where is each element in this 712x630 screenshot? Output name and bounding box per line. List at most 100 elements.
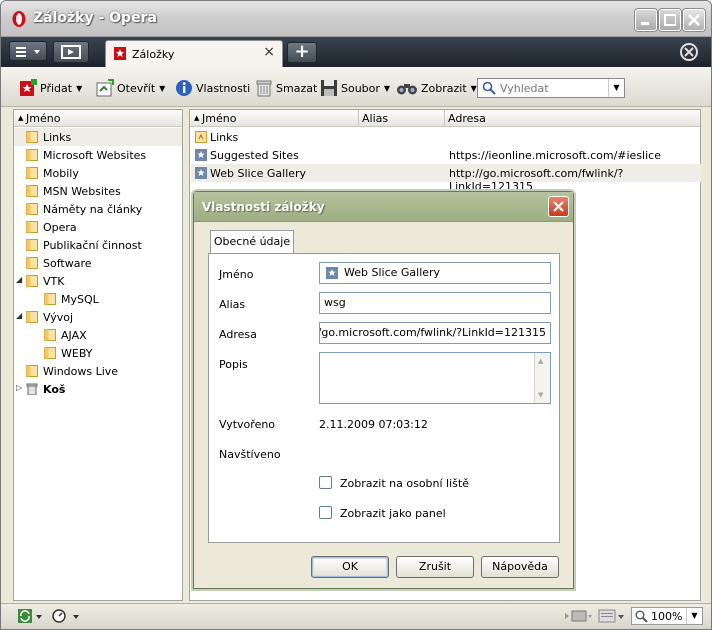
tab-general[interactable]: Obecné údaje — [210, 230, 294, 254]
tab-bookmarks[interactable]: Záložky × — [105, 40, 283, 67]
window-title: Záložky - Opera — [33, 10, 157, 26]
address-label: Adresa — [219, 328, 257, 341]
tree-item-label: Software — [43, 257, 92, 270]
address-field[interactable]: http://go.microsoft.com/fwlink/?LinkId=1… — [319, 322, 551, 344]
status-bar: 100% ▼ — [1, 603, 711, 629]
tree-item[interactable]: Microsoft Websites — [14, 146, 182, 164]
column-alias-header[interactable]: Alias — [362, 112, 388, 125]
tree-item[interactable]: WEBY — [14, 344, 182, 362]
tree-header-label: Jméno — [26, 112, 61, 125]
list-row-suggested-sites[interactable]: Suggested Sites https://ieonline.microso… — [191, 146, 701, 164]
file-label: Soubor — [341, 81, 380, 95]
tree-item[interactable]: Opera — [14, 218, 182, 236]
alias-field[interactable]: wsg — [319, 292, 551, 314]
scroll-up-icon[interactable]: ▲ — [538, 357, 543, 365]
folder-icon — [26, 257, 38, 269]
show-personal-bar-checkbox[interactable] — [319, 476, 332, 489]
tree-item-label: WEBY — [61, 347, 93, 360]
tree-item[interactable]: Mobily — [14, 164, 182, 182]
tree-item[interactable]: ▷ Koš — [14, 380, 182, 398]
tree-item[interactable]: AJAX — [14, 326, 182, 344]
dialog-title-bar[interactable]: Vlastnosti záložky — [194, 192, 573, 222]
close-window-button[interactable] — [683, 9, 705, 31]
tree-item[interactable]: Publikační činnost — [14, 236, 182, 254]
tree-item[interactable]: Links — [14, 128, 182, 146]
zoom-control[interactable]: 100% ▼ — [631, 607, 703, 625]
scroll-down-icon[interactable]: ▼ — [538, 391, 543, 399]
panel-toggle-button[interactable] — [53, 41, 89, 63]
alias-label: Alias — [219, 298, 246, 311]
tree-item[interactable]: ◢ Vývoj — [14, 308, 182, 326]
view-menu-button[interactable]: Zobrazit ▼ — [396, 79, 477, 97]
sync-icon[interactable] — [17, 608, 43, 624]
minimize-button[interactable] — [635, 9, 657, 31]
zoom-level: 100% — [651, 610, 683, 623]
ok-button[interactable]: OK — [311, 556, 389, 578]
help-button[interactable]: Nápověda — [481, 556, 559, 578]
folder-icon — [26, 311, 38, 323]
new-tab-button[interactable]: + — [287, 42, 317, 63]
menu-icon — [16, 47, 40, 57]
column-name-header[interactable]: Jméno — [202, 112, 236, 125]
info-icon — [176, 80, 192, 96]
properties-button[interactable]: Vlastnosti — [175, 79, 250, 97]
chevron-down-icon: ▼ — [76, 83, 83, 93]
open-button[interactable]: Otevřít ▼ — [96, 79, 165, 97]
file-menu-button[interactable]: Soubor ▼ — [320, 79, 390, 97]
view-mode-icon[interactable] — [597, 608, 627, 624]
delete-label: Smazat — [276, 81, 318, 95]
folder-icon — [44, 293, 56, 305]
cancel-button[interactable]: Zrušit — [396, 556, 474, 578]
search-dropdown-button[interactable]: ▼ — [608, 79, 624, 97]
panel-icon — [61, 45, 81, 59]
show-personal-bar-label: Zobrazit na osobní liště — [340, 477, 469, 490]
show-as-panel-checkbox[interactable] — [319, 506, 332, 519]
description-field[interactable]: ▲ ▼ — [319, 352, 551, 404]
minimize-icon — [641, 22, 649, 25]
column-address-header[interactable]: Adresa — [448, 112, 486, 125]
tree-item[interactable]: Windows Live — [14, 362, 182, 380]
list-row-links[interactable]: Links — [191, 128, 701, 146]
collapse-arrow-icon[interactable]: ◢ — [16, 275, 22, 284]
maximize-button[interactable] — [659, 9, 681, 31]
zoom-dropdown-icon[interactable]: ▼ — [686, 608, 702, 624]
folder-icon — [26, 149, 38, 161]
tree-item[interactable]: ◢ VTK — [14, 272, 182, 290]
closed-tabs-icon[interactable] — [675, 41, 703, 63]
folder-icon — [26, 239, 38, 251]
column-divider — [444, 110, 445, 127]
expand-arrow-icon[interactable]: ▷ — [16, 383, 22, 392]
row-name: Web Slice Gallery — [210, 167, 307, 180]
list-row-web-slice-gallery[interactable]: Web Slice Gallery http://go.microsoft.co… — [191, 164, 701, 193]
show-as-panel-label: Zobrazit jako panel — [340, 507, 446, 520]
delete-button[interactable]: Smazat — [255, 79, 317, 97]
search-field[interactable]: ▼ — [477, 78, 625, 98]
sort-ascending-icon: ▲ — [18, 114, 24, 122]
tree-item[interactable]: MySQL — [14, 290, 182, 308]
tree-item-label: MSN Websites — [43, 185, 121, 198]
tree-header[interactable]: ▲ Jméno — [14, 110, 182, 127]
tab-close-icon[interactable]: × — [263, 44, 275, 60]
folder-tree: ▲ Jméno Links Microsoft Websites Mobily MSN… — [13, 109, 183, 601]
column-divider — [358, 110, 359, 127]
collapse-arrow-icon[interactable]: ◢ — [16, 311, 22, 320]
name-field[interactable]: Web Slice Gallery — [319, 262, 551, 284]
maximize-icon — [664, 14, 676, 26]
add-button[interactable]: Přidat ▼ — [19, 79, 82, 97]
folder-icon — [44, 347, 56, 359]
tree-item[interactable]: Software — [14, 254, 182, 272]
folder-icon — [26, 203, 38, 215]
opera-menu-button[interactable] — [9, 41, 47, 61]
description-scrollbar[interactable]: ▲ ▼ — [534, 353, 550, 403]
tree-item[interactable]: Náměty na články — [14, 200, 182, 218]
tree-item-label: Vývoj — [43, 311, 74, 324]
name-value: Web Slice Gallery — [344, 266, 441, 279]
speed-dial-icon[interactable] — [51, 608, 83, 624]
search-input[interactable] — [500, 80, 610, 96]
bookmarks-toolbar: Přidat ▼ Otevřít ▼ Vlastnosti Smazat Sou… — [1, 67, 711, 107]
dialog-close-button[interactable] — [548, 196, 569, 217]
folder-icon — [44, 329, 56, 341]
presentation-mode-icon[interactable] — [563, 608, 593, 624]
tree-item[interactable]: MSN Websites — [14, 182, 182, 200]
bookmark-star-icon — [195, 167, 207, 179]
